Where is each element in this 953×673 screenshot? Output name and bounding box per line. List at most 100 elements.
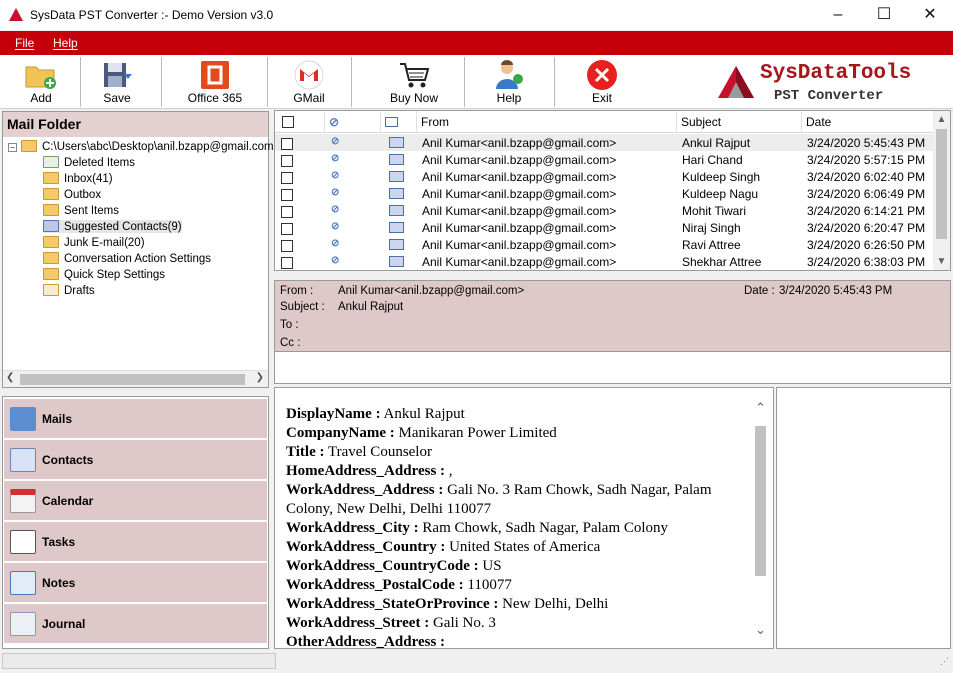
folder-conversation-action-settings[interactable]: Conversation Action Settings [43,252,211,265]
row-checkbox[interactable] [281,206,293,218]
from-label: From : [280,285,314,297]
scroll-down-icon[interactable]: ⌄ [752,622,769,638]
maximize-button[interactable]: ☐ [861,0,907,30]
office365-button[interactable]: Office 365 [180,55,250,109]
folder-deleted-items[interactable]: Deleted Items [43,156,135,169]
nav-contacts[interactable]: Contacts [4,440,267,480]
nav-calendar[interactable]: Calendar [4,481,267,521]
message-row[interactable]: ⊘ Anil Kumar<anil.bzapp@gmail.com> Ankul… [275,134,934,151]
close-button[interactable]: ✕ [907,0,953,30]
folder-junk-email[interactable]: Junk E-mail(20) [43,236,145,249]
nav-mails[interactable]: Mails [4,399,267,439]
header-select-all[interactable] [275,111,325,133]
detail-value: Gali No. 3 [429,615,496,631]
folder-quick-step-settings[interactable]: Quick Step Settings [43,268,165,281]
scroll-left-icon[interactable]: ❮ [6,372,14,383]
message-row[interactable]: ⊘ Anil Kumar<anil.bzapp@gmail.com> Shekh… [275,253,934,270]
row-subject: Ravi Attree [682,238,741,252]
save-button[interactable]: Save [90,55,144,109]
header-subject[interactable]: Subject [677,111,802,133]
resize-grip-icon[interactable]: ⋰ [940,656,949,667]
contact-item-icon [389,222,404,233]
gmail-icon [294,60,324,90]
message-row[interactable]: ⊘ Anil Kumar<anil.bzapp@gmail.com> Mohit… [275,202,934,219]
inbox-folder-icon [43,172,59,184]
collapse-icon[interactable]: − [8,143,17,152]
paperclip-icon: ⊘ [331,221,340,232]
folder-outbox[interactable]: Outbox [43,188,101,201]
scroll-up-icon[interactable]: ⌃ [752,400,769,416]
folder-sent-items[interactable]: Sent Items [43,204,119,217]
details-scrollbar[interactable]: ⌃ ⌄ [752,398,769,638]
folder-icon [43,236,59,248]
folder-drafts[interactable]: Drafts [43,284,95,297]
message-row[interactable]: ⊘ Anil Kumar<anil.bzapp@gmail.com> Hari … [275,151,934,168]
row-checkbox[interactable] [281,189,293,201]
folder-inbox[interactable]: Inbox(41) [43,172,113,185]
scroll-right-icon[interactable]: ❯ [256,372,264,383]
detail-row: WorkAddress_StateOrProvince : New Delhi,… [286,595,746,614]
buy-now-label: Buy Now [389,91,439,105]
row-checkbox[interactable] [281,257,293,269]
minimize-button[interactable]: – [815,0,861,30]
header-attachment[interactable]: ⊘ [325,111,381,133]
office365-label: Office 365 [187,91,243,105]
header-type[interactable] [381,111,417,133]
header-date[interactable]: Date [802,111,934,133]
paperclip-icon: ⊘ [331,153,340,164]
folder-icon [21,140,37,152]
nav-journal[interactable]: Journal [4,604,267,644]
row-checkbox[interactable] [281,223,293,235]
detail-key: HomeAddress_Address : [286,463,446,479]
contact-item-icon [389,256,404,267]
detail-key: WorkAddress_PostalCode : [286,577,464,593]
menu-file[interactable]: File [15,36,34,50]
scroll-up-icon[interactable]: ▲ [933,114,950,125]
message-list-header: ⊘ From Subject Date [275,111,934,133]
message-list-scrollbar[interactable]: ▲ ▼ [933,111,950,270]
contacts-folder-icon [43,220,59,232]
message-row[interactable]: ⊘ Anil Kumar<anil.bzapp@gmail.com> Kulde… [275,185,934,202]
app-window: SysData PST Converter :- Demo Version v3… [0,0,953,673]
exit-icon [587,60,617,90]
task-list-icon [10,530,36,554]
detail-row: HomeAddress_Address : , [286,462,746,481]
from-value: Anil Kumar<anil.bzapp@gmail.com> [338,285,525,297]
message-row[interactable]: ⊘ Anil Kumar<anil.bzapp@gmail.com> Niraj… [275,219,934,236]
to-label: To : [280,319,299,331]
row-from: Anil Kumar<anil.bzapp@gmail.com> [422,187,617,201]
scrollbar-thumb[interactable] [936,129,947,239]
row-from: Anil Kumar<anil.bzapp@gmail.com> [422,136,617,150]
row-from: Anil Kumar<anil.bzapp@gmail.com> [422,221,617,235]
paperclip-icon: ⊘ [331,255,340,266]
detail-key: WorkAddress_CountryCode : [286,558,479,574]
nav-notes[interactable]: Notes [4,563,267,603]
header-spacer [274,352,951,384]
row-checkbox[interactable] [281,138,293,150]
menu-help[interactable]: Help [53,36,78,50]
buy-now-button[interactable]: Buy Now [382,55,446,109]
scrollbar-thumb[interactable] [20,374,245,385]
row-date: 3/24/2020 6:38:03 PM [807,255,926,269]
brand-pyramid-icon [718,66,754,98]
help-button[interactable]: Help [484,55,534,109]
nav-journal-label: Journal [42,617,86,631]
row-checkbox[interactable] [281,172,293,184]
nav-tasks[interactable]: Tasks [4,522,267,562]
select-all-checkbox[interactable] [282,116,294,128]
scrollbar-thumb[interactable] [755,426,766,576]
tree-root[interactable]: − C:\Users\abc\Desktop\anil.bzapp@gmail.c… [8,140,274,153]
folder-horizontal-scrollbar[interactable]: ❮ ❯ [3,370,268,387]
folder-suggested-contacts[interactable]: Suggested Contacts(9) [43,220,182,233]
row-checkbox[interactable] [281,155,293,167]
row-checkbox[interactable] [281,240,293,252]
exit-label: Exit [591,91,612,105]
gmail-button[interactable]: GMail [284,55,334,109]
header-from[interactable]: From [417,111,677,133]
add-button[interactable]: Add [14,55,68,109]
message-row[interactable]: ⊘ Anil Kumar<anil.bzapp@gmail.com> Ravi … [275,236,934,253]
message-row[interactable]: ⊘ Anil Kumar<anil.bzapp@gmail.com> Kulde… [275,168,934,185]
gmail-label: GMail [293,91,325,105]
exit-button[interactable]: Exit [577,55,627,109]
scroll-down-icon[interactable]: ▼ [933,256,950,267]
